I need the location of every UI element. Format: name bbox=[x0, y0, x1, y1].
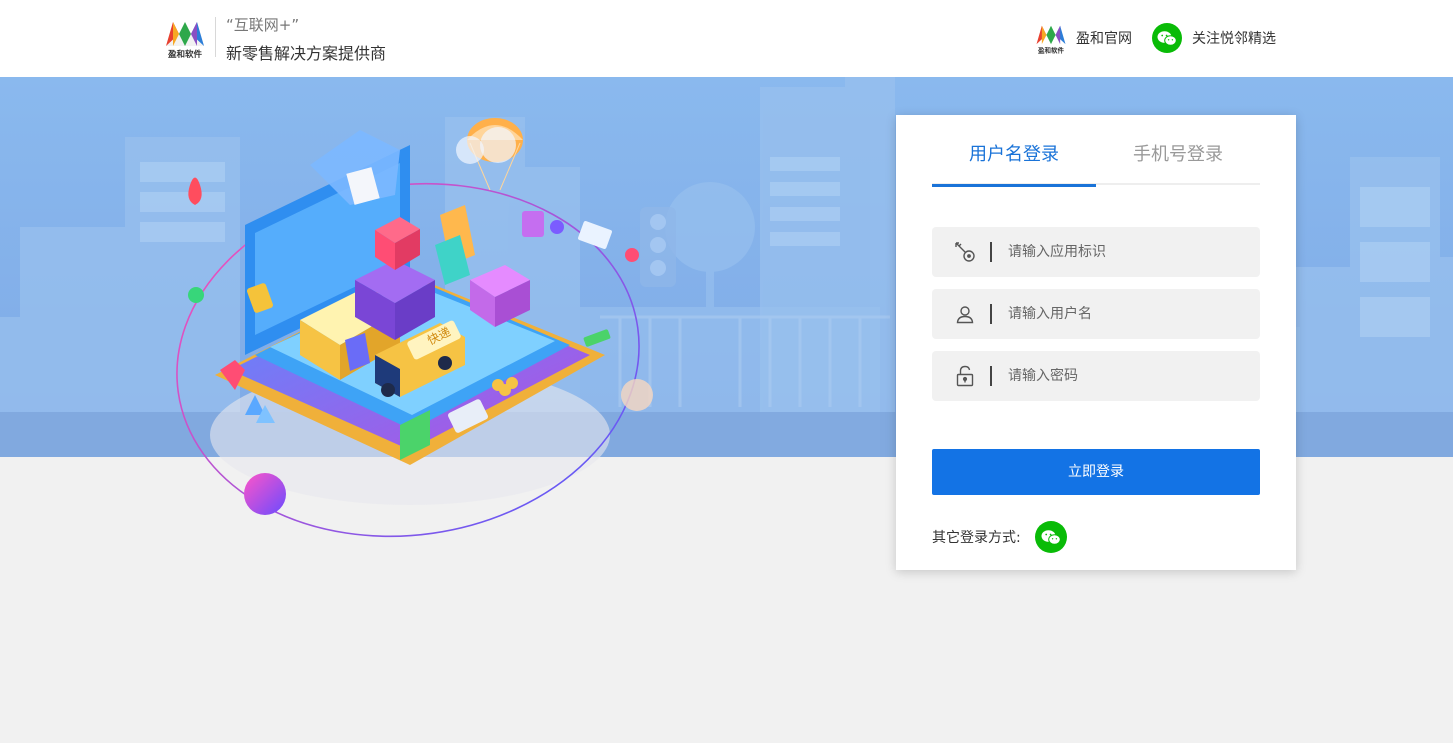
field-separator bbox=[990, 366, 992, 386]
other-login-methods: 其它登录方式: bbox=[932, 521, 1077, 553]
official-logo-icon: 盈和软件 bbox=[1036, 25, 1066, 54]
login-card: 用户名登录 手机号登录 请输入应用标识 请输入用户名 立即登录 其它登录方式: bbox=[896, 115, 1296, 570]
brand-slogan: “互联网+” bbox=[226, 16, 300, 34]
official-site-link[interactable]: 盈和软件 盈和官网 bbox=[1035, 20, 1132, 56]
lock-icon bbox=[952, 363, 978, 389]
brand-tagline: 新零售解决方案提供商 bbox=[226, 44, 387, 63]
header: 盈和软件 “互联网+” 新零售解决方案提供商 盈和软件 盈和官网 关注悦邻精选 bbox=[0, 0, 1453, 77]
follow-wechat-label: 关注悦邻精选 bbox=[1192, 31, 1276, 47]
login-button[interactable]: 立即登录 bbox=[932, 449, 1260, 495]
login-tabs: 用户名登录 手机号登录 bbox=[932, 137, 1260, 187]
field-separator bbox=[990, 304, 992, 324]
key-icon bbox=[952, 239, 978, 265]
svg-text:盈和软件: 盈和软件 bbox=[167, 49, 203, 60]
username-input[interactable] bbox=[1008, 306, 1238, 322]
follow-wechat-link[interactable]: 关注悦邻精选 bbox=[1152, 20, 1276, 56]
username-field[interactable] bbox=[932, 289, 1260, 339]
app-id-field[interactable] bbox=[932, 227, 1260, 277]
brand[interactable]: 盈和软件 “互联网+” 新零售解决方案提供商 bbox=[164, 14, 404, 64]
password-field[interactable] bbox=[932, 351, 1260, 401]
wechat-login-icon[interactable] bbox=[1034, 521, 1067, 553]
wechat-icon bbox=[1152, 23, 1182, 53]
tab-phone-login[interactable]: 手机号登录 bbox=[1096, 137, 1260, 185]
brand-logo-icon: 盈和软件 bbox=[165, 22, 205, 60]
svg-text:盈和软件: 盈和软件 bbox=[1037, 45, 1064, 54]
other-login-label: 其它登录方式: bbox=[932, 530, 1021, 546]
tab-username-login[interactable]: 用户名登录 bbox=[932, 137, 1096, 187]
password-input[interactable] bbox=[1008, 368, 1238, 384]
official-site-label: 盈和官网 bbox=[1076, 31, 1132, 47]
user-icon bbox=[952, 301, 978, 327]
app-id-input[interactable] bbox=[1008, 244, 1238, 260]
brand-divider bbox=[215, 17, 216, 57]
field-separator bbox=[990, 242, 992, 262]
ecommerce-illustration: 快递 bbox=[176, 118, 653, 538]
